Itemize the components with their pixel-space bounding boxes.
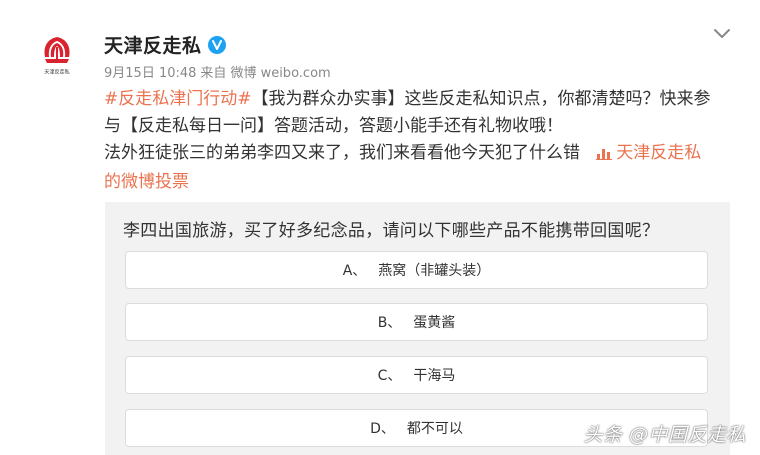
avatar[interactable]: 天津反走私 xyxy=(36,35,78,77)
author-row: 天津反走私 xyxy=(104,31,226,58)
option-text: 干海马 xyxy=(413,368,456,384)
weibo-post: 天津反走私 天津反走私 9月15日 10:48 来自 微博 weibo.com … xyxy=(0,0,760,455)
post-date[interactable]: 9月15日 10:48 xyxy=(104,62,196,81)
poll-chart-icon xyxy=(596,142,613,169)
author-name[interactable]: 天津反走私 xyxy=(104,31,202,58)
poll-card: 李四出国旅游，买了好多纪念品，请问以下哪些产品不能携带回国呢？ A、 燕窝（非罐… xyxy=(105,202,730,455)
content-line-3: 法外狂徒张三的弟弟李四又来了，我们来看看他今天犯了什么错 天津反走私 xyxy=(104,140,734,169)
avatar-logo-icon xyxy=(44,37,70,63)
poll-option-a[interactable]: A、 燕窝（非罐头装） xyxy=(125,251,708,289)
hashtag-link[interactable]: #反走私津门行动# xyxy=(104,89,252,109)
post-content: #反走私津门行动#【我为群众办实事】这些反走私知识点，你都清楚吗？快来参 与【反… xyxy=(104,86,734,196)
post-source: 微博 weibo.com xyxy=(230,66,331,81)
watermark: 头条 @中国反走私 xyxy=(583,424,746,446)
poll-link-text-1: 天津反走私 xyxy=(616,143,702,163)
option-letter: A、 xyxy=(342,263,367,279)
poll-link[interactable]: 天津反走私 xyxy=(596,143,701,163)
poll-question: 李四出国旅游，买了好多纪念品，请问以下哪些产品不能携带回国呢？ xyxy=(123,221,660,241)
option-letter: D、 xyxy=(370,421,395,437)
content-line-1: #反走私津门行动#【我为群众办实事】这些反走私知识点，你都清楚吗？快来参 xyxy=(104,86,734,113)
poll-option-c[interactable]: C、 干海马 xyxy=(125,356,708,394)
option-letter: B、 xyxy=(377,315,402,331)
content-line-4: 的微博投票 xyxy=(104,169,734,196)
content-line-2: 与【反走私每日一问】答题活动，答题小能手还有礼物收哦！ xyxy=(104,116,563,136)
option-text: 都不可以 xyxy=(406,421,463,437)
option-letter: C、 xyxy=(377,368,402,384)
poll-link-text-2[interactable]: 的微博投票 xyxy=(104,172,189,192)
content-line-3-text: 法外狂徒张三的弟弟李四又来了，我们来看看他今天犯了什么错 xyxy=(104,143,580,163)
poll-option-b[interactable]: B、 蛋黄酱 xyxy=(125,303,708,341)
verified-badge-icon xyxy=(207,35,226,54)
source-prefix: 来自 xyxy=(200,66,227,81)
chevron-down-icon[interactable] xyxy=(712,26,732,40)
avatar-caption: 天津反走私 xyxy=(44,69,70,76)
content-line-1-text: 【我为群众办实事】这些反走私知识点，你都清楚吗？快来参 xyxy=(251,89,711,109)
option-text: 燕窝（非罐头装） xyxy=(378,263,491,279)
post-meta: 9月15日 10:48 来自 微博 weibo.com xyxy=(104,62,331,81)
option-text: 蛋黄酱 xyxy=(413,315,456,331)
